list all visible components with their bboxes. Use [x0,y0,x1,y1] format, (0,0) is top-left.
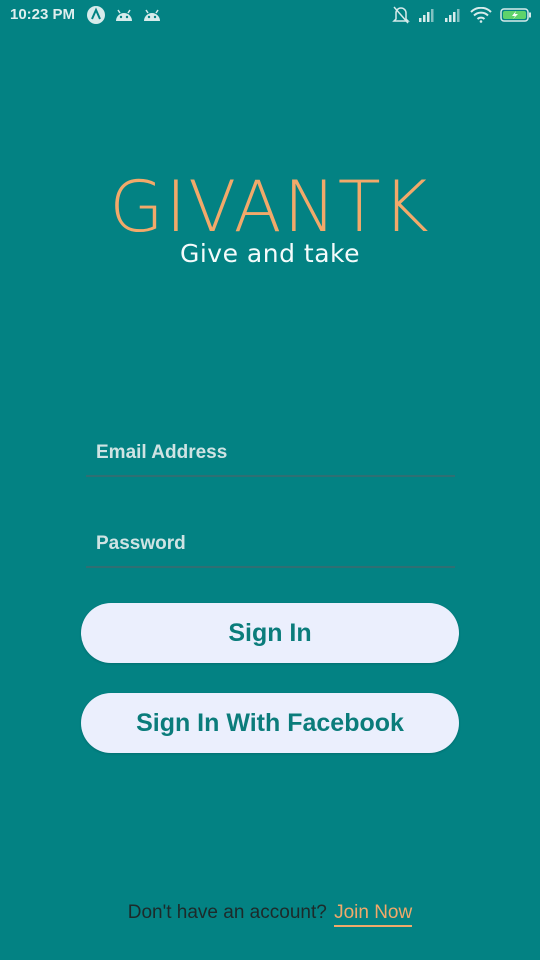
brand-tagline: Give and take [179,239,360,268]
email-input[interactable] [86,431,455,475]
password-input[interactable] [86,522,455,566]
sign-in-facebook-button[interactable]: Sign In With Facebook [81,693,459,753]
signup-prompt-text: Don't have an account? [127,902,327,923]
status-left-icons [86,5,162,25]
app-a-icon [86,5,106,25]
android-icon [142,7,162,23]
email-field[interactable] [86,431,455,477]
sign-in-button[interactable]: Sign In [81,603,459,663]
signal-icon [444,7,462,23]
android-icon [114,7,134,23]
wifi-icon [470,7,492,23]
signup-prompt: Don't have an account? Join Now [0,902,540,927]
login-screen: 10:23 PM GIVANTK Give and take Email Add… [0,0,540,960]
join-now-link[interactable]: Join Now [334,902,413,927]
status-bar: 10:23 PM [0,0,540,32]
brand-title: GIVANTK [109,166,431,248]
status-time: 10:23 PM [10,6,76,23]
bell-off-icon [392,5,410,25]
battery-charging-icon [500,7,532,23]
signal-icon [418,7,436,23]
password-field[interactable] [86,522,455,568]
status-right-icons [392,5,532,25]
